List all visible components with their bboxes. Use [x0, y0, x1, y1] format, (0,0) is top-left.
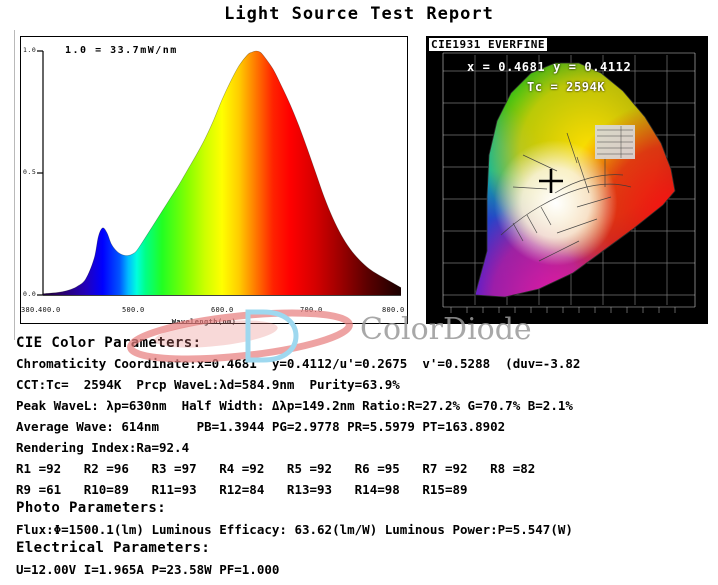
spectrum-x-tick-5: 700.0: [300, 306, 323, 314]
spectrum-x-tick-3: 500.0: [122, 306, 145, 314]
spectrum-outer-rule: [14, 30, 15, 340]
cie-xy-readout: x = 0.4681 y = 0.4112: [467, 60, 632, 74]
cie-tc-readout: Tc = 2594K: [527, 80, 606, 94]
cie-diagram-panel: CIE1931 EVERFINE x = 0.4681 y = 0.4112 T…: [426, 36, 708, 324]
line-average-wave-pb-pg-pr-pt: Average Wave: 614nm PB=1.3944 PG=2.9778 …: [16, 419, 506, 434]
cie-header-label: CIE1931 EVERFINE: [429, 38, 547, 51]
spectrum-x-tick-1: 380.: [21, 306, 40, 314]
spectrum-scale-note: 1.0 = 33.7mW/nm: [65, 45, 178, 56]
spectrum-x-tick-2: 400.0: [38, 306, 61, 314]
line-rendering-index-ra: Rendering Index:Ra=92.4: [16, 440, 190, 455]
spectrum-y-tick-3: 0.0: [23, 290, 37, 298]
line-electrical-values: U=12.00V I=1.965A P=23.58W PF=1.000: [16, 562, 280, 577]
line-peak-halfwidth-ratio: Peak WaveL: λp=630nm Half Width: Δλp=149…: [16, 398, 573, 413]
section-electrical-parameters: Electrical Parameters:: [16, 540, 211, 556]
spectrum-chart: [37, 50, 402, 296]
spectrum-y-tick-1: 1.0: [23, 46, 37, 54]
spectrum-y-tick-2: 0.5: [23, 168, 37, 176]
spectrum-x-tick-6: 800.0: [382, 306, 405, 314]
spectrum-x-axis-title: Wavelength(nm): [171, 318, 237, 326]
section-photo-parameters: Photo Parameters:: [16, 500, 167, 516]
line-cri-r9-r15: R9 =61 R10=89 R11=93 R12=84 R13=93 R14=9…: [16, 482, 468, 497]
cie-inset-legend: [595, 125, 635, 159]
line-cct-prcp-purity: CCT:Tc= 2594K Prcp WaveL:λd=584.9nm Puri…: [16, 377, 400, 392]
spectrum-x-tick-4: 600.0: [211, 306, 234, 314]
section-cie-color-parameters: CIE Color Parameters:: [16, 335, 202, 351]
spectrum-panel: 1.0 = 33.7mW/nm 1.0 0.5 0.0: [20, 36, 408, 324]
page-title: Light Source Test Report: [224, 4, 494, 24]
spectrum-curve: [43, 51, 401, 295]
line-flux-efficacy-power: Flux:Φ=1500.1(lm) Luminous Efficacy: 63.…: [16, 522, 573, 537]
line-cri-r1-r8: R1 =92 R2 =96 R3 =97 R4 =92 R5 =92 R6 =9…: [16, 461, 536, 476]
report-page: Light Source Test Report 1.0 = 33.7mW/nm…: [0, 0, 718, 585]
line-chromaticity-coordinate: Chromaticity Coordinate:x=0.4681 y=0.411…: [16, 356, 581, 371]
